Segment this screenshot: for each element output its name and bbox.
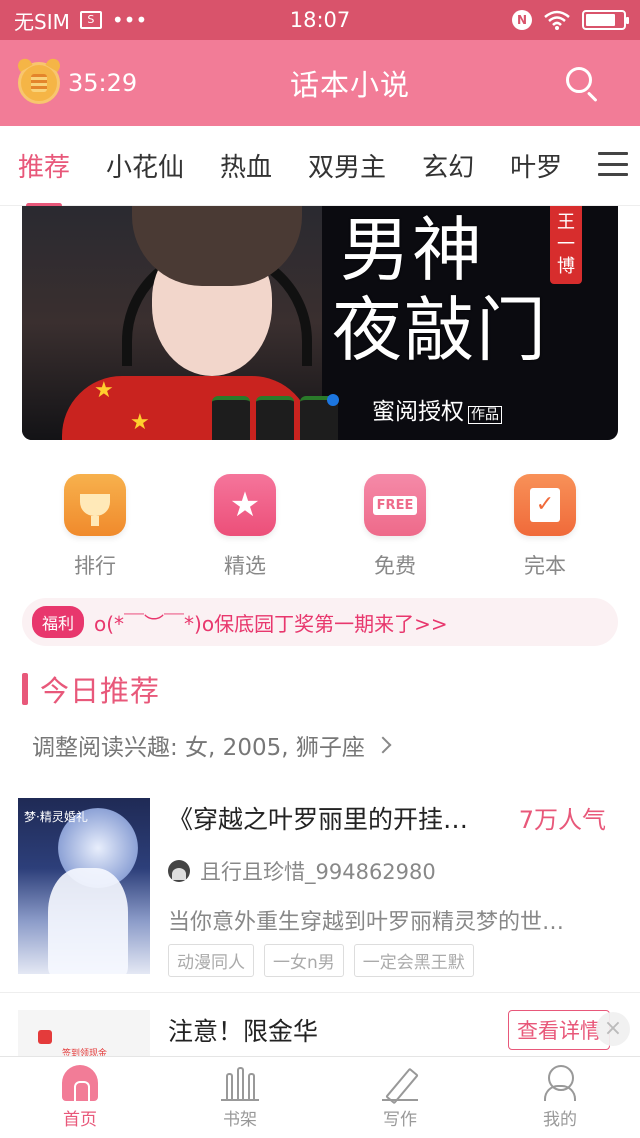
nav-profile-label: 我的 <box>543 1110 577 1130</box>
bottom-navigation: 首页 书架 写作 我的 <box>0 1056 640 1138</box>
completed-label: 完本 <box>524 554 566 578</box>
nav-write-label: 写作 <box>383 1110 417 1130</box>
banner-title-line1: 男神 <box>340 209 484 291</box>
status-left: 无SIM S ••• <box>14 6 147 35</box>
close-icon[interactable]: × <box>596 1012 630 1046</box>
nav-bookshelf-label: 书架 <box>223 1110 257 1130</box>
featured-button[interactable]: ★ 精选 <box>170 474 320 580</box>
ad-card[interactable]: 签到领现金 注意！限金华 查看详情 <box>18 1010 622 1056</box>
free-label: 免费 <box>374 554 416 578</box>
book-cover: 梦·精灵婚礼 <box>18 798 150 974</box>
carousel-indicator[interactable] <box>327 394 339 406</box>
search-icon <box>564 65 600 103</box>
section-header: 今日推荐 <box>22 668 160 710</box>
status-bar: 无SIM S ••• 18:07 N <box>0 0 640 40</box>
banner-subtitle-text: 蜜阅授权 <box>372 399 464 425</box>
adjust-interest-link[interactable]: 调整阅读兴趣: 女, 2005, 狮子座 <box>32 728 392 762</box>
sim-card-icon: S <box>79 11 102 29</box>
banner-tag: 王一博 <box>550 206 582 284</box>
notice-badge: 福利 <box>32 606 85 638</box>
app-title: 话本小说 <box>289 68 410 102</box>
tab-xiaohuaxian[interactable]: 小花仙 <box>88 147 202 184</box>
book-tag[interactable]: 一女n男 <box>264 944 344 977</box>
book-description: 当你意外重生穿越到叶罗丽精灵梦的世… <box>168 910 565 935</box>
ad-thumb-text: 签到领现金 <box>62 1049 108 1056</box>
nav-profile[interactable]: 我的 <box>480 1057 640 1138</box>
section-title: 今日推荐 <box>40 674 161 708</box>
banner-title: 男神 夜敲门 <box>332 209 548 370</box>
ranking-button[interactable]: 排行 <box>20 474 170 580</box>
ad-title: 注意！限金华 <box>168 1017 319 1046</box>
divider <box>0 992 640 993</box>
nfc-icon: N <box>512 10 532 30</box>
profile-icon <box>542 1065 578 1101</box>
author-avatar <box>168 860 190 882</box>
nav-write[interactable]: 写作 <box>320 1057 480 1138</box>
book-title: 《穿越之叶罗丽里的开挂… <box>168 805 469 834</box>
book-popularity: 7万人气 <box>518 806 606 834</box>
book-tag[interactable]: 动漫同人 <box>168 944 254 977</box>
wifi-icon <box>544 10 570 30</box>
banner-subtitle: 蜜阅授权 作品 <box>372 392 502 426</box>
pen-icon <box>382 1065 418 1101</box>
notice-text: o(*￣︶￣*)o保底园丁奖第一期来了>> <box>94 611 448 636</box>
category-shortcuts: 排行 ★ 精选 FREE 免费 ✓ 完本 <box>20 474 620 580</box>
nav-bookshelf[interactable]: 书架 <box>160 1057 320 1138</box>
tab-shuangnanzhu[interactable]: 双男主 <box>290 147 404 184</box>
banner-image: ★ ★ <box>22 206 338 440</box>
timer-text: 35:29 <box>68 69 138 97</box>
tab-rexue[interactable]: 热血 <box>202 147 290 184</box>
notice-bar[interactable]: 福利 o(*￣︶￣*)o保底园丁奖第一期来了>> <box>22 598 618 646</box>
interest-text: 调整阅读兴趣: 女, 2005, 狮子座 <box>32 735 365 761</box>
view-details-button[interactable]: 查看详情 <box>508 1010 610 1050</box>
home-icon <box>62 1065 98 1103</box>
nav-home[interactable]: 首页 <box>0 1057 160 1138</box>
featured-label: 精选 <box>224 554 266 578</box>
check-book-icon: ✓ <box>514 474 576 536</box>
more-dots-icon: ••• <box>111 8 148 32</box>
ad-logo-icon <box>38 1030 52 1044</box>
banner-title-line2: 夜敲门 <box>332 289 548 371</box>
section-accent-bar <box>22 673 28 705</box>
author-name: 且行且珍惜_994862980 <box>200 860 436 884</box>
book-cover-title: 梦·精灵婚礼 <box>24 810 88 824</box>
trophy-icon <box>64 474 126 536</box>
alarm-clock-icon <box>18 62 60 104</box>
book-tag[interactable]: 一定会黑王默 <box>353 944 474 977</box>
book-list-item[interactable]: 梦·精灵婚礼 《穿越之叶罗丽里的开挂… 7万人气 且行且珍惜_994862980… <box>18 798 622 977</box>
free-icon: FREE <box>364 474 426 536</box>
star-icon: ★ <box>214 474 276 536</box>
tab-xuanhuan[interactable]: 玄幻 <box>404 147 492 184</box>
nav-home-label: 首页 <box>63 1110 97 1130</box>
ranking-label: 排行 <box>74 554 116 578</box>
tab-yeluo[interactable]: 叶罗 <box>492 147 580 184</box>
book-author: 且行且珍惜_994862980 <box>168 856 622 886</box>
chevron-right-icon <box>374 736 392 754</box>
promo-banner[interactable]: ★ ★ 男神 夜敲门 王一博 蜜阅授权 作品 <box>22 206 618 440</box>
status-right: N <box>512 10 629 30</box>
reading-timer[interactable]: 35:29 <box>0 62 180 104</box>
app-header: 35:29 话本小说 <box>0 40 640 126</box>
search-button[interactable] <box>520 65 640 103</box>
category-tabs: 推荐 小花仙 热血 双男主 玄幻 叶罗 <box>0 126 640 208</box>
completed-button[interactable]: ✓ 完本 <box>470 474 620 580</box>
free-icon-text: FREE <box>372 495 418 515</box>
banner-subtitle-tag: 作品 <box>468 406 502 424</box>
book-tags: 动漫同人 一女n男 一定会黑王默 <box>168 944 474 977</box>
bookshelf-icon <box>221 1065 259 1101</box>
battery-icon <box>582 10 629 30</box>
free-button[interactable]: FREE 免费 <box>320 474 470 580</box>
tab-recommend[interactable]: 推荐 <box>0 147 88 208</box>
tabs-menu-icon[interactable] <box>598 152 628 176</box>
carrier-label: 无SIM <box>14 9 70 34</box>
ad-thumbnail: 签到领现金 <box>18 1010 150 1056</box>
